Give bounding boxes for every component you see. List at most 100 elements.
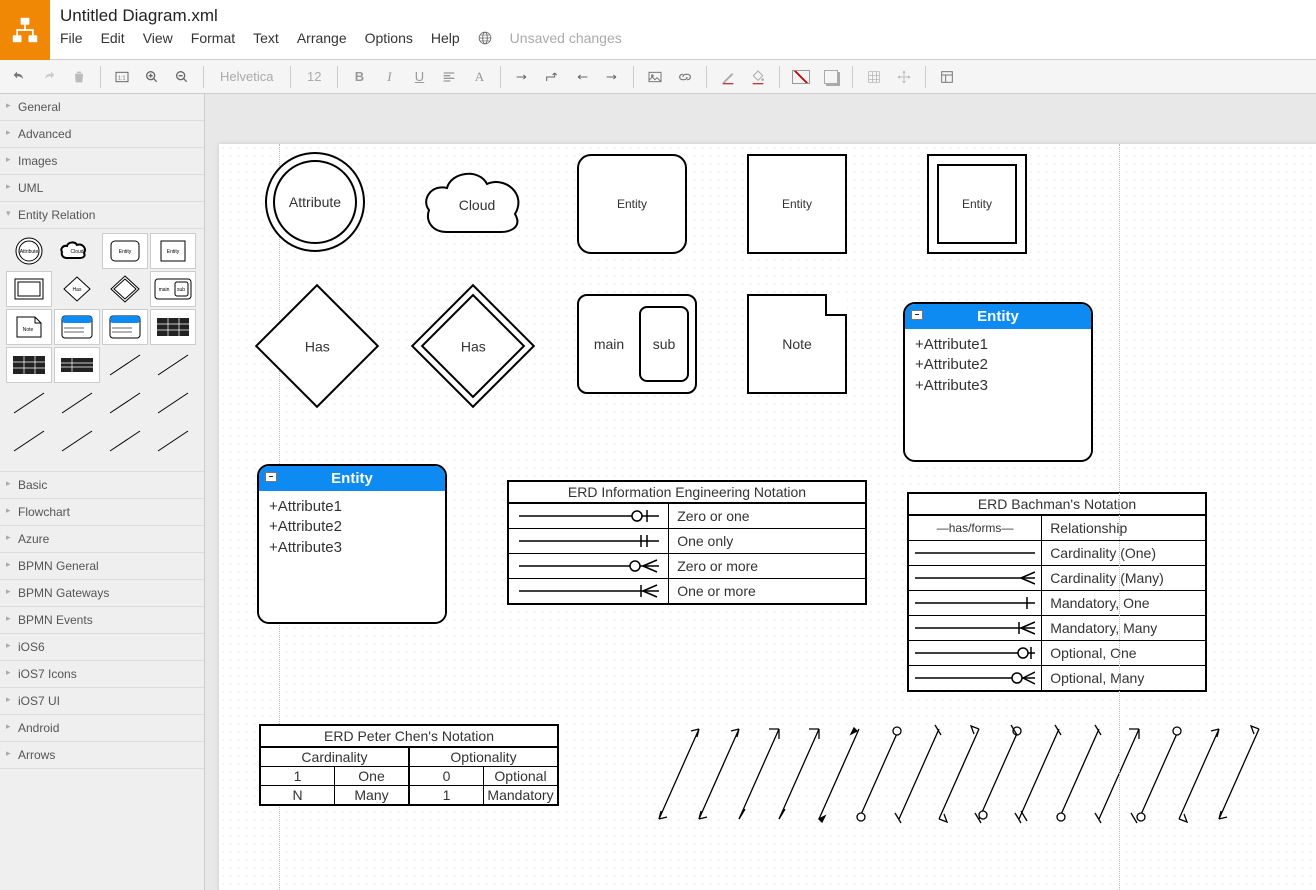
- palette-bpmn-events[interactable]: BPMN Events: [0, 607, 204, 634]
- font-color-button[interactable]: A: [466, 64, 492, 90]
- fill-color-button[interactable]: [745, 64, 771, 90]
- menu-format[interactable]: Format: [191, 30, 235, 46]
- stencil-has-dbl-diamond[interactable]: [102, 271, 148, 307]
- guides-toggle-button[interactable]: [891, 64, 917, 90]
- zoom-in-button[interactable]: [139, 64, 165, 90]
- stencil-line-7[interactable]: [6, 423, 52, 459]
- bachman-notation-table[interactable]: ERD Bachman's Notation —has/forms— Relat…: [907, 492, 1207, 692]
- stencil-table-dark2[interactable]: [6, 347, 52, 383]
- palette-uml[interactable]: UML: [0, 175, 204, 202]
- shape-has-double[interactable]: Has: [429, 302, 517, 390]
- palette-android[interactable]: Android: [0, 715, 204, 742]
- font-family-selector[interactable]: Helvetica: [212, 69, 282, 84]
- stencil-entity-rounded[interactable]: Entity: [102, 233, 148, 269]
- line-color-button[interactable]: [715, 64, 741, 90]
- menu-options[interactable]: Options: [365, 30, 413, 46]
- menu-help[interactable]: Help: [431, 30, 460, 46]
- palette-ios7-ui[interactable]: iOS7 UI: [0, 688, 204, 715]
- stencil-line-9[interactable]: [102, 423, 148, 459]
- shape-entity-rounded[interactable]: Entity: [577, 154, 687, 254]
- stencil-has-diamond[interactable]: Has: [54, 271, 100, 307]
- edge-samples[interactable]: [639, 724, 1279, 844]
- language-icon[interactable]: [478, 31, 492, 45]
- insert-link-button[interactable]: [672, 64, 698, 90]
- stencil-attribute[interactable]: Attribute: [6, 233, 52, 269]
- stencil-table-dark3[interactable]: [54, 347, 100, 383]
- stencil-line-1[interactable]: [102, 347, 148, 383]
- stencil-cloud[interactable]: Cloud: [54, 233, 100, 269]
- stencil-line-4[interactable]: [54, 385, 100, 421]
- zoom-actual-button[interactable]: 1:1: [109, 64, 135, 90]
- palette-images[interactable]: Images: [0, 148, 204, 175]
- undo-button[interactable]: [6, 64, 32, 90]
- shape-attribute[interactable]: Attribute: [265, 152, 365, 252]
- shape-main-sub[interactable]: main sub: [577, 294, 697, 394]
- collapse-icon[interactable]: −: [911, 310, 923, 320]
- shape-entity-table-1[interactable]: −Entity +Attribute1 +Attribute2 +Attribu…: [903, 302, 1093, 462]
- shape-entity-table-2[interactable]: −Entity +Attribute1 +Attribute2 +Attribu…: [257, 464, 447, 624]
- stencil-main-sub[interactable]: mainsub: [150, 271, 196, 307]
- stencil-entity-square[interactable]: Entity: [150, 233, 196, 269]
- menu-text[interactable]: Text: [253, 30, 279, 46]
- stencil-line-8[interactable]: [54, 423, 100, 459]
- doc-title[interactable]: Untitled Diagram.xml: [60, 0, 1316, 28]
- chen-notation-table[interactable]: ERD Peter Chen's Notation Cardinality Op…: [259, 724, 559, 806]
- menu-file[interactable]: File: [60, 30, 83, 46]
- shape-has[interactable]: Has: [273, 302, 361, 390]
- palette-ios6[interactable]: iOS6: [0, 634, 204, 661]
- palette-entity-relation[interactable]: Entity Relation: [0, 202, 204, 229]
- stencil-table-dark1[interactable]: [150, 309, 196, 345]
- bold-button[interactable]: B: [346, 64, 372, 90]
- palette-bpmn-general[interactable]: BPMN General: [0, 553, 204, 580]
- shape-cloud[interactable]: Cloud: [417, 162, 537, 247]
- shape-note[interactable]: Note: [747, 294, 847, 394]
- underline-button[interactable]: U: [406, 64, 432, 90]
- canvas[interactable]: Attribute Cloud Entity Entity Entity H: [205, 94, 1316, 890]
- conn-arrow-end-button[interactable]: [599, 64, 625, 90]
- palette-basic[interactable]: Basic: [0, 472, 204, 499]
- stencil-entity-frame[interactable]: [6, 271, 52, 307]
- page[interactable]: Attribute Cloud Entity Entity Entity H: [219, 144, 1316, 890]
- align-button[interactable]: [436, 64, 462, 90]
- font-size-selector[interactable]: 12: [299, 69, 329, 84]
- palette-ios7-icons[interactable]: iOS7 Icons: [0, 661, 204, 688]
- conn-straight-button[interactable]: [509, 64, 535, 90]
- shape-sidebar[interactable]: General Advanced Images UML Entity Relat…: [0, 94, 205, 890]
- ie-notation-table[interactable]: ERD Information Engineering Notation Zer…: [507, 480, 867, 605]
- delete-button[interactable]: [66, 64, 92, 90]
- palette-flowchart[interactable]: Flowchart: [0, 499, 204, 526]
- shadow-button[interactable]: [818, 64, 844, 90]
- stencil-line-2[interactable]: [150, 347, 196, 383]
- shape-has-label: Has: [305, 338, 330, 354]
- palette-bpmn-gateways[interactable]: BPMN Gateways: [0, 580, 204, 607]
- palette-advanced[interactable]: Advanced: [0, 121, 204, 148]
- palette-azure[interactable]: Azure: [0, 526, 204, 553]
- menu-arrange[interactable]: Arrange: [297, 30, 347, 46]
- italic-button[interactable]: I: [376, 64, 402, 90]
- stencil-entity-table2[interactable]: [102, 309, 148, 345]
- stencil-line-6[interactable]: [150, 385, 196, 421]
- shape-entity-frame[interactable]: Entity: [927, 154, 1027, 254]
- conn-waypoint-button[interactable]: [539, 64, 565, 90]
- menu-edit[interactable]: Edit: [101, 30, 125, 46]
- menu-view[interactable]: View: [143, 30, 173, 46]
- zoom-out-button[interactable]: [169, 64, 195, 90]
- conn-arrow-start-button[interactable]: [569, 64, 595, 90]
- stencil-line-10[interactable]: [150, 423, 196, 459]
- layout-button[interactable]: [934, 64, 960, 90]
- no-fill-button[interactable]: [788, 64, 814, 90]
- insert-image-button[interactable]: [642, 64, 668, 90]
- stencil-note[interactable]: Note: [6, 309, 52, 345]
- stencil-line-3[interactable]: [6, 385, 52, 421]
- collapse-icon[interactable]: −: [265, 472, 277, 482]
- app-logo[interactable]: [0, 0, 50, 60]
- redo-button[interactable]: [36, 64, 62, 90]
- stencil-line-5[interactable]: [102, 385, 148, 421]
- entity-attr-2b: +Attribute2: [269, 517, 435, 537]
- grid-toggle-button[interactable]: [861, 64, 887, 90]
- shape-entity-square[interactable]: Entity: [747, 154, 847, 254]
- palette-arrows[interactable]: Arrows: [0, 742, 204, 769]
- palette-general[interactable]: General: [0, 94, 204, 121]
- stencil-entity-table1[interactable]: [54, 309, 100, 345]
- ie-notation-title: ERD Information Engineering Notation: [509, 482, 865, 504]
